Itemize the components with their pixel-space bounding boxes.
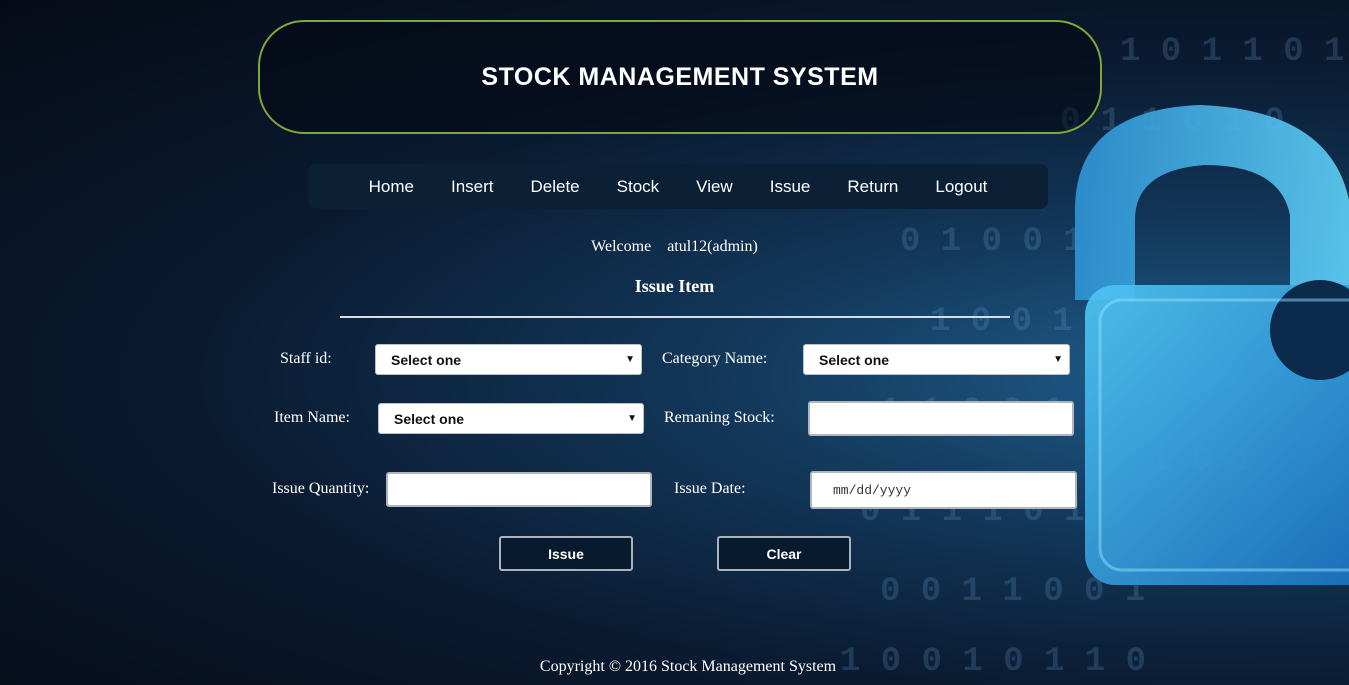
app-title: STOCK MANAGEMENT SYSTEM [481, 62, 879, 91]
form-divider [340, 316, 1010, 318]
main-navbar: Home Insert Delete Stock View Issue Retu… [308, 164, 1048, 209]
category-name-select[interactable]: Select one ▼ [803, 344, 1070, 375]
category-name-label: Category Name: [662, 350, 768, 367]
remaining-stock-label: Remaning Stock: [664, 409, 775, 426]
nav-home[interactable]: Home [350, 177, 432, 197]
nav-view[interactable]: View [678, 177, 752, 197]
svg-text:1 0 0 1: 1 0 0 1 [930, 303, 1073, 341]
welcome-prefix: Welcome [591, 238, 652, 255]
svg-text:1 0 1 1 0 1: 1 0 1 1 0 1 [1120, 33, 1344, 71]
issue-date-label: Issue Date: [674, 480, 746, 497]
chevron-down-icon: ▼ [627, 413, 637, 424]
issue-button[interactable]: Issue [499, 536, 633, 571]
item-name-label: Item Name: [274, 409, 350, 426]
welcome-user: atul12(admin) [667, 238, 758, 255]
welcome-message: Welcome atul12(admin) [0, 238, 1349, 256]
category-name-value: Select one [819, 351, 890, 368]
staff-id-label: Staff id: [280, 350, 332, 367]
nav-return[interactable]: Return [829, 177, 917, 197]
issue-quantity-label: Issue Quantity: [272, 480, 370, 497]
nav-logout[interactable]: Logout [917, 177, 1006, 197]
footer-copyright: Copyright © 2016 Stock Management System [539, 658, 837, 675]
header-banner: STOCK MANAGEMENT SYSTEM [258, 20, 1102, 134]
nav-delete[interactable]: Delete [512, 177, 598, 197]
item-name-value: Select one [394, 410, 465, 427]
remaining-stock-input[interactable] [808, 401, 1074, 436]
item-name-select[interactable]: Select one ▼ [378, 403, 644, 434]
staff-id-value: Select one [391, 351, 462, 368]
nav-issue[interactable]: Issue [751, 177, 829, 197]
staff-id-select[interactable]: Select one ▼ [375, 344, 642, 375]
form-title: Issue Item [634, 276, 715, 296]
issue-quantity-input[interactable] [386, 472, 652, 507]
issue-date-input[interactable]: mm/dd/yyyy [810, 471, 1077, 509]
chevron-down-icon: ▼ [1053, 354, 1063, 365]
chevron-down-icon: ▼ [625, 354, 635, 365]
clear-button[interactable]: Clear [717, 536, 851, 571]
nav-insert[interactable]: Insert [432, 177, 512, 197]
nav-stock[interactable]: Stock [598, 177, 678, 197]
issue-date-placeholder: mm/dd/yyyy [833, 482, 912, 498]
